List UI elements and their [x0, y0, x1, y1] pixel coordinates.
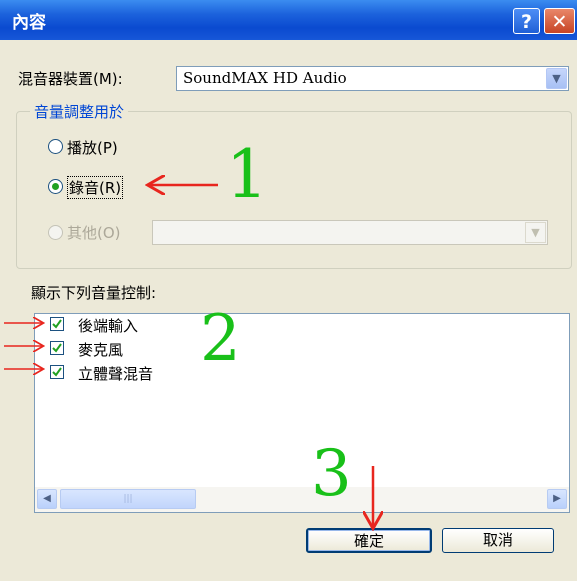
- annotation-step-2: 2: [200, 302, 241, 376]
- annotation-step-1: 1: [226, 136, 268, 213]
- annotation-arrows: [4, 0, 577, 581]
- annotation-step-3: 3: [311, 437, 352, 511]
- properties-dialog: 內容 ? ✕ 混音器裝置(M): SoundMAX HD Audio ▼ 音量調…: [0, 0, 577, 581]
